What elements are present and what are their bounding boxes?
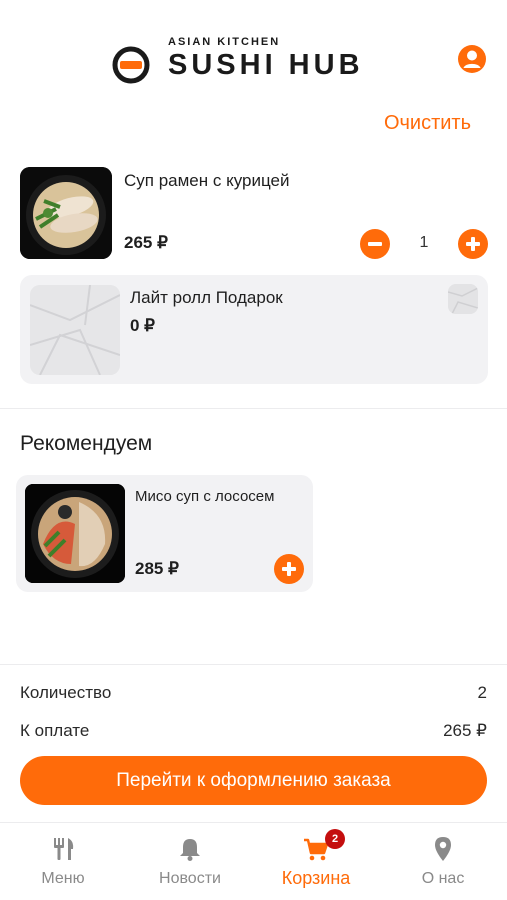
gift-image bbox=[30, 285, 120, 375]
bottom-tab-bar: Меню Новости 2 Корзина О нас bbox=[0, 822, 507, 900]
plus-icon[interactable] bbox=[458, 229, 488, 259]
bell-icon bbox=[180, 839, 200, 861]
recommend-item-price: 285 ₽ bbox=[135, 559, 179, 578]
recommend-title: Рекомендуем bbox=[20, 432, 153, 455]
logo-title: SUSHI HUB bbox=[168, 49, 364, 81]
user-icon[interactable] bbox=[457, 44, 487, 74]
cart-count-badge: 2 bbox=[325, 829, 345, 849]
recommend-item-name: Мисо суп с лососем bbox=[135, 488, 275, 505]
tab-about[interactable]: О нас bbox=[380, 823, 506, 900]
item-price: 265 ₽ bbox=[124, 233, 168, 252]
cart-item: Суп рамен с курицей 265 ₽ 1 bbox=[20, 167, 490, 263]
item-name: Суп рамен с курицей bbox=[124, 171, 290, 190]
divider bbox=[0, 408, 507, 409]
recommend-card[interactable]: Мисо суп с лососем 285 ₽ bbox=[16, 475, 313, 592]
tab-label: Корзина bbox=[281, 868, 351, 888]
quantity-value: 1 bbox=[419, 234, 429, 251]
pay-total: 265 ₽ bbox=[443, 721, 487, 740]
clear-cart-button[interactable]: Очистить bbox=[384, 112, 471, 135]
quantity-total: 2 bbox=[477, 683, 487, 702]
pay-label: К оплате bbox=[20, 721, 90, 740]
logo-mark-icon bbox=[112, 46, 150, 84]
logo: ASIAN KITCHEN SUSHI HUB bbox=[112, 36, 402, 86]
tab-news[interactable]: Новости bbox=[127, 823, 253, 900]
tab-label: О нас bbox=[421, 870, 465, 887]
logo-subtitle: ASIAN KITCHEN bbox=[168, 36, 281, 48]
tab-label: Меню bbox=[41, 870, 85, 887]
tab-label: Новости bbox=[159, 870, 221, 887]
ramen-image bbox=[20, 167, 112, 259]
divider bbox=[0, 664, 507, 665]
gift-thumbnail bbox=[448, 284, 478, 314]
checkout-button[interactable]: Перейти к оформлению заказа bbox=[20, 756, 487, 805]
gift-item: Лайт ролл Подарок 0 ₽ bbox=[20, 275, 488, 384]
tab-cart[interactable]: 2 Корзина bbox=[253, 823, 379, 900]
miso-soup-image bbox=[25, 484, 125, 583]
add-to-cart-icon[interactable] bbox=[274, 554, 304, 584]
map-pin-icon bbox=[435, 837, 451, 861]
fork-knife-icon bbox=[54, 838, 74, 860]
gift-price: 0 ₽ bbox=[130, 316, 155, 335]
tab-menu[interactable]: Меню bbox=[0, 823, 126, 900]
quantity-label: Количество bbox=[20, 683, 112, 702]
gift-name: Лайт ролл Подарок bbox=[130, 288, 283, 307]
header: ASIAN KITCHEN SUSHI HUB bbox=[0, 0, 507, 100]
minus-icon[interactable] bbox=[360, 229, 390, 259]
